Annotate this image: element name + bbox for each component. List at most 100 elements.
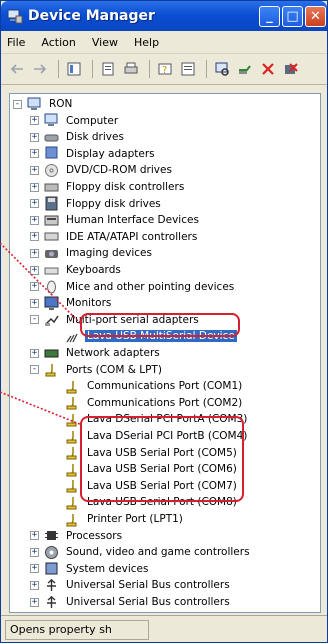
disable-icon[interactable] (281, 59, 301, 79)
tree-item-category[interactable]: Imaging devices (44, 245, 154, 261)
tree-item-category[interactable]: Monitors (44, 295, 113, 311)
floppy-icon (45, 196, 58, 211)
expand-toggle[interactable]: + (30, 232, 39, 242)
tree-item-category[interactable]: Display adapters (44, 146, 157, 162)
expand-toggle[interactable]: + (30, 348, 39, 358)
expand-toggle[interactable]: + (30, 547, 39, 557)
tree-item-root[interactable]: RON (27, 96, 74, 112)
expand-toggle[interactable]: + (30, 282, 39, 292)
dvd-icon (45, 163, 58, 177)
window-title: Device Manager (28, 8, 155, 24)
menu-help[interactable]: Help (134, 36, 159, 49)
port-icon (66, 397, 77, 410)
maximize-button[interactable]: □ (282, 6, 303, 27)
tree-item-category[interactable]: Universal Serial Bus controllers (44, 594, 232, 610)
port-icon (66, 413, 77, 427)
close-button[interactable]: ✕ (305, 6, 326, 27)
port-icon (66, 380, 77, 394)
expand-toggle[interactable]: + (30, 149, 39, 159)
menu-bar: File Action View Help (1, 31, 327, 54)
port-icon (45, 364, 56, 377)
update-driver-icon[interactable] (235, 59, 255, 79)
help-icon[interactable]: ? (155, 59, 175, 79)
port-icon (66, 496, 77, 510)
tree-item-label: Floppy disk drives (66, 197, 161, 210)
tree-item-label: Processors (66, 529, 123, 542)
menu-action[interactable]: Action (41, 36, 75, 49)
expand-toggle[interactable]: + (30, 165, 39, 175)
tree-item-label: IDE ATA/ATAPI controllers (66, 230, 198, 243)
tree-item-category[interactable]: Mice and other pointing devices (44, 279, 236, 295)
toolbar-separator (92, 60, 93, 78)
device-manager-icon (7, 9, 23, 24)
port-icon (66, 430, 77, 443)
tree-item-category[interactable]: Keyboards (44, 262, 123, 278)
title-bar[interactable]: Device Manager _ □ ✕ (1, 1, 327, 31)
tree-item-category[interactable]: DVD/CD-ROM drives (44, 162, 174, 178)
expand-toggle[interactable]: + (30, 298, 39, 308)
processor-icon (45, 531, 58, 541)
tree-item-label: System devices (66, 562, 149, 575)
ide-icon (44, 232, 59, 241)
expand-toggle[interactable]: + (30, 564, 39, 574)
tree-item-label: Display adapters (66, 147, 155, 160)
tree-item-category[interactable]: IDE ATA/ATAPI controllers (44, 229, 199, 245)
collapse-toggle[interactable]: - (30, 315, 39, 325)
tree-item-label: RON (49, 98, 73, 110)
details-icon[interactable] (178, 59, 198, 79)
expand-toggle[interactable]: + (30, 580, 39, 590)
camera-icon (45, 249, 58, 258)
tree-item-device[interactable]: Communications Port (COM2) (65, 395, 244, 411)
properties-icon[interactable] (98, 59, 118, 79)
display-icon (45, 146, 58, 159)
tree-item-category[interactable]: System devices (44, 561, 150, 577)
system-icon (45, 562, 58, 575)
tree-item-label: Ports (COM & LPT) (66, 363, 162, 376)
uninstall-icon[interactable] (258, 59, 278, 79)
expand-toggle[interactable]: + (30, 597, 39, 607)
tree-item-category[interactable]: Processors (44, 528, 124, 544)
toolbar-separator (149, 60, 150, 78)
tree-item-category[interactable]: Sound, video and game controllers (44, 544, 252, 560)
tree-item-label: Universal Serial Bus controllers (66, 596, 230, 608)
toolbar-separator (206, 60, 207, 78)
port-icon (66, 513, 77, 526)
up-icon[interactable] (64, 59, 84, 79)
tree-item-category[interactable]: Disk drives (44, 129, 126, 145)
minimize-button[interactable]: _ (259, 6, 280, 27)
expand-toggle[interactable]: + (30, 182, 39, 192)
tree-item-category[interactable]: Network adapters (44, 345, 162, 361)
tree-item-category[interactable]: Computer (44, 113, 120, 129)
port-icon (66, 480, 77, 493)
tree-item-device[interactable]: Printer Port (LPT1) (65, 511, 185, 527)
collapse-toggle[interactable]: - (13, 99, 22, 109)
computer-icon (44, 113, 58, 127)
back-icon[interactable] (7, 59, 27, 79)
tree-item-category[interactable]: Ports (COM & LPT) (44, 362, 164, 378)
expand-toggle[interactable]: + (30, 248, 39, 258)
expand-toggle[interactable]: + (30, 265, 39, 275)
expand-toggle[interactable]: + (30, 215, 39, 225)
collapse-toggle[interactable]: - (30, 365, 39, 375)
tree-item-category[interactable]: Floppy disk drives (44, 196, 163, 212)
expand-toggle[interactable]: + (30, 531, 39, 541)
toolbar-separator (58, 60, 59, 78)
forward-icon[interactable] (30, 59, 50, 79)
tree-item-label: DVD/CD-ROM drives (66, 164, 172, 177)
expand-toggle[interactable]: + (30, 199, 39, 209)
print-icon[interactable] (121, 59, 141, 79)
expand-toggle[interactable]: + (30, 116, 39, 126)
menu-file[interactable]: File (7, 36, 25, 49)
tree-item-category[interactable]: Universal Serial Bus controllers (44, 577, 232, 593)
port-icon (66, 463, 77, 477)
usb-icon (47, 595, 56, 608)
tree-item-category[interactable]: Floppy disk controllers (44, 179, 186, 195)
tree-item-category[interactable]: Human Interface Devices (44, 212, 201, 228)
tree-item-label: Floppy disk controllers (66, 181, 185, 193)
menu-view[interactable]: View (92, 36, 118, 49)
tree-item-label: Sound, video and game controllers (66, 546, 250, 559)
expand-toggle[interactable]: + (30, 132, 39, 142)
scan-icon[interactable] (212, 59, 232, 79)
tree-item-label: Keyboards (66, 264, 121, 276)
tree-item-device[interactable]: Communications Port (COM1) (65, 378, 244, 394)
